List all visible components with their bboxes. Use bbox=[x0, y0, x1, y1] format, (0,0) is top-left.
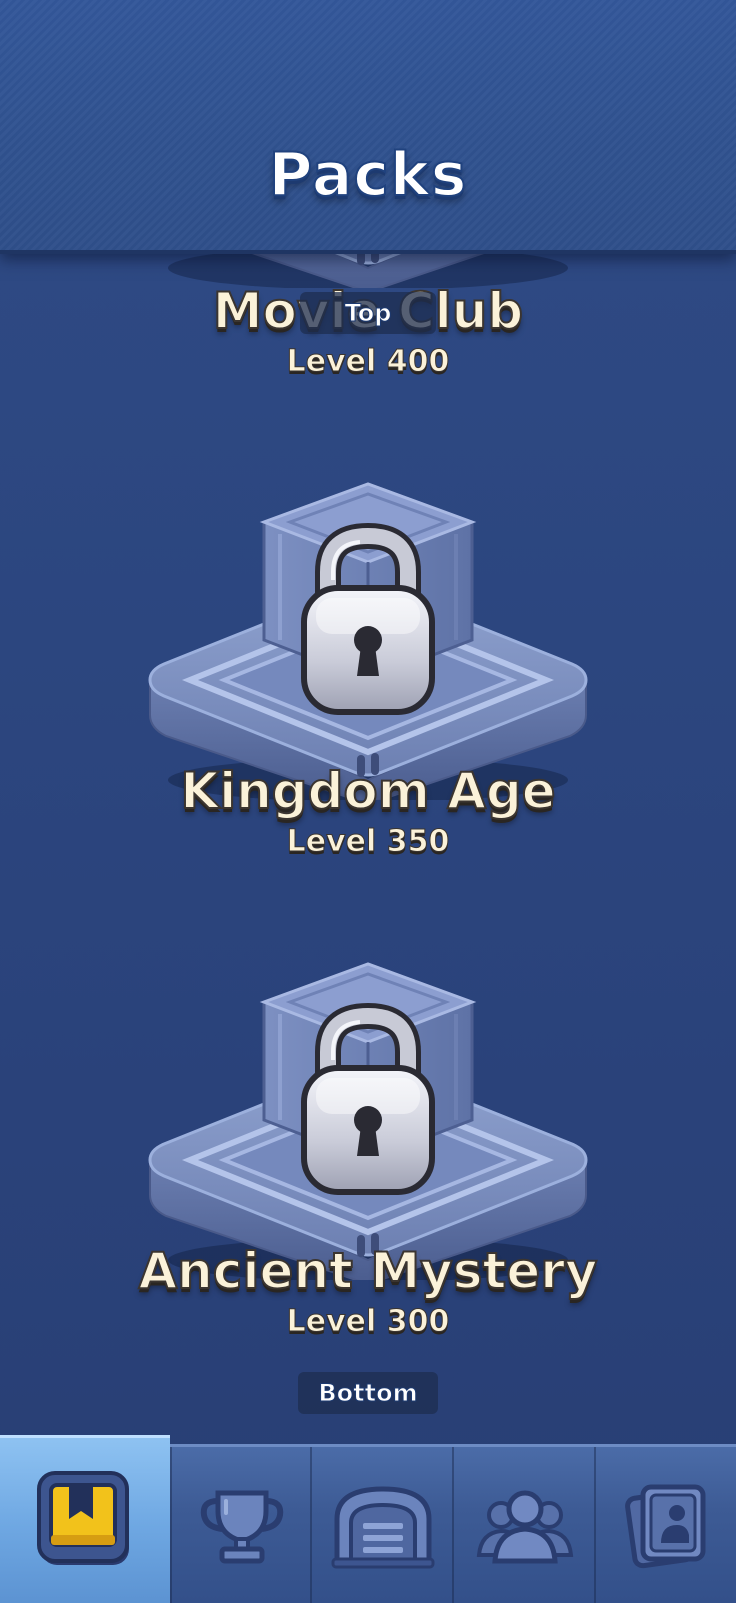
tab-shop[interactable] bbox=[310, 1447, 454, 1603]
scroll-to-bottom-button[interactable]: Bottom bbox=[298, 1372, 438, 1414]
bottom-nav-bar bbox=[0, 1435, 736, 1603]
shop-icon bbox=[331, 1486, 435, 1569]
tab-friends[interactable] bbox=[452, 1447, 596, 1603]
tab-collection[interactable] bbox=[594, 1447, 736, 1603]
scroll-to-top-button[interactable]: Top bbox=[300, 292, 436, 334]
bookmark-icon bbox=[37, 1471, 129, 1565]
page-title: Packs bbox=[267, 139, 468, 211]
lock-icon bbox=[140, 470, 596, 800]
trophy-icon bbox=[200, 1490, 284, 1564]
lock-icon bbox=[140, 950, 596, 1280]
tab-leaderboard[interactable] bbox=[170, 1447, 312, 1603]
collection-icon bbox=[625, 1484, 706, 1569]
top-header: Packs bbox=[0, 0, 736, 254]
friends-icon bbox=[476, 1490, 574, 1564]
pack-name: Ancient Mystery bbox=[137, 1241, 598, 1301]
pack-level: Level 400 bbox=[286, 344, 450, 380]
pack-level: Level 300 bbox=[286, 1304, 450, 1340]
pack-name: Kingdom Age bbox=[179, 761, 556, 821]
pack-level: Level 350 bbox=[286, 824, 450, 860]
tab-packs[interactable] bbox=[0, 1435, 170, 1603]
